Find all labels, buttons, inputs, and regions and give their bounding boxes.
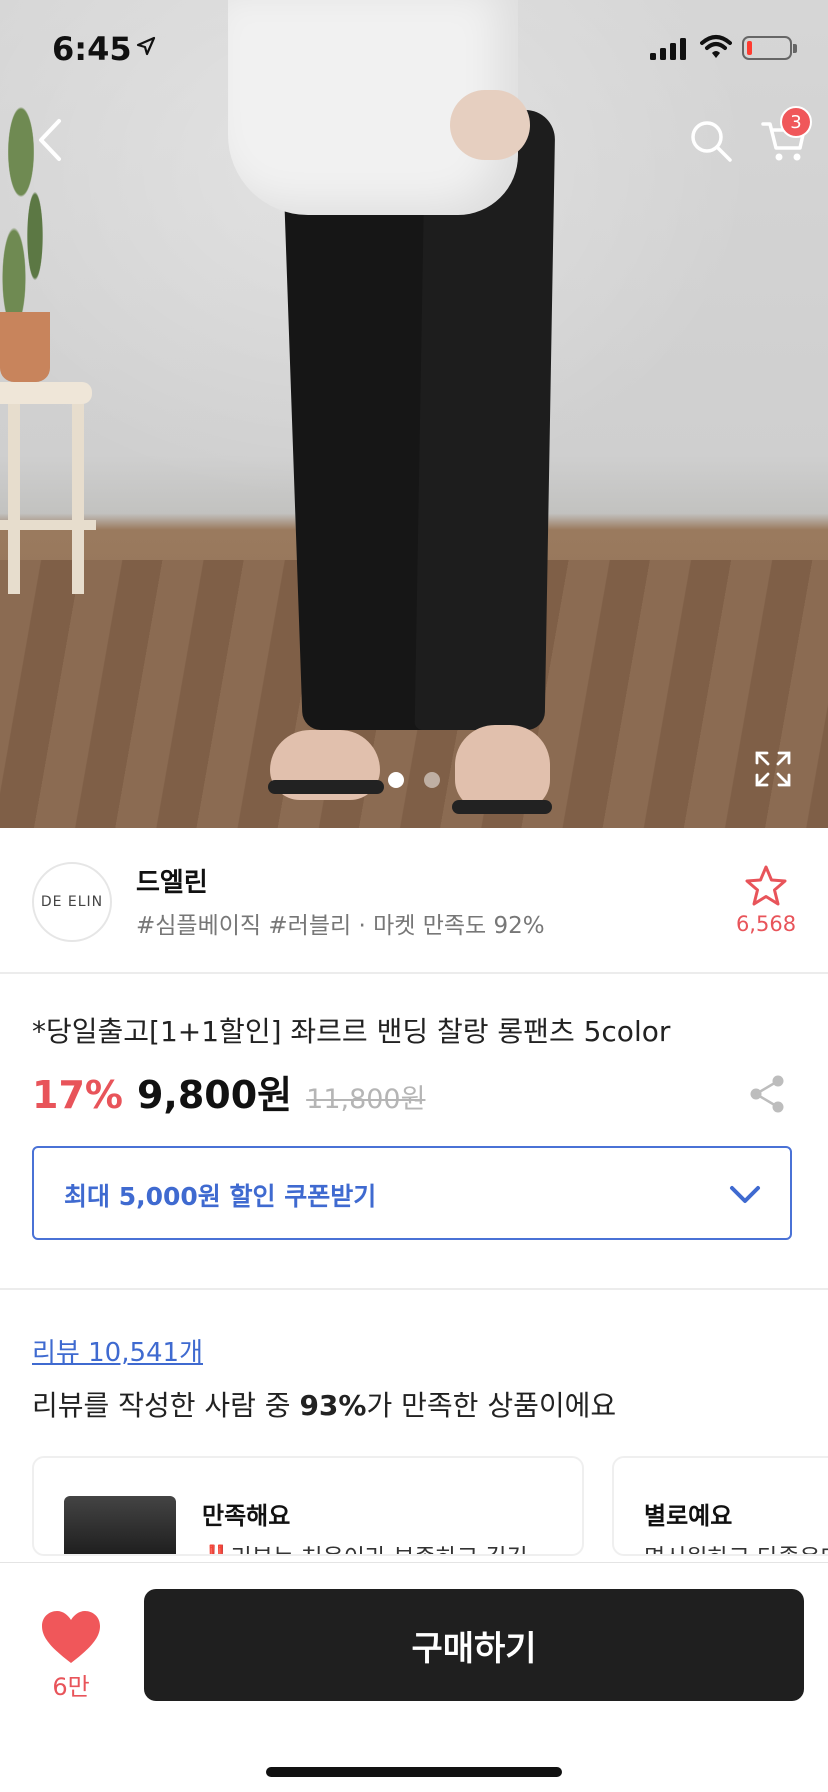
price-row: 17% 9,800원 11,800원: [32, 1064, 425, 1119]
cellular-signal-icon: [650, 38, 686, 60]
chevron-down-icon: [730, 1186, 760, 1203]
sale-price: 9,800원: [136, 1073, 293, 1117]
cart-count-badge: 3: [780, 106, 812, 138]
review-summary: 리뷰를 작성한 사람 중 93%가 만족한 상품이에요: [32, 1384, 616, 1424]
photo-sandal-left: [268, 780, 384, 794]
original-price: 11,800원: [306, 1084, 426, 1115]
photo-sandal-right: [452, 800, 552, 814]
photo-hand: [450, 90, 530, 160]
status-bar: 6:45: [0, 0, 828, 96]
section-divider: [0, 1288, 828, 1290]
pagination-dot-active[interactable]: [388, 772, 404, 788]
photo-stool-ring: [0, 520, 96, 530]
coupon-label: 최대 5,000원 할인 쿠폰받기: [64, 1182, 377, 1211]
store-logo[interactable]: DE ELIN: [32, 862, 112, 942]
photo-stool: [0, 382, 92, 404]
chevron-left-icon: [39, 119, 61, 161]
image-pagination: [388, 772, 440, 788]
review-satisfaction-percent: 93%: [299, 1389, 367, 1422]
heart-icon[interactable]: [40, 1609, 102, 1665]
search-icon: [691, 121, 732, 162]
photo-foot-right: [455, 725, 550, 810]
product-title: *당일출고[1+1할인] 좌르르 밴딩 찰랑 롱팬츠 5color: [32, 1015, 671, 1048]
review-summary-suffix: 가 만족한 상품이에요: [366, 1389, 617, 1422]
like-count: 6만: [52, 1673, 90, 1701]
review-text-body: 리뷰는 처음이라 부족하고 길긴: [231, 1545, 528, 1554]
review-rating-label: 별로예요: [644, 1502, 733, 1530]
review-text: ‼️리뷰는 처음이라 부족하고 길긴: [202, 1538, 528, 1554]
search-button[interactable]: [686, 116, 736, 166]
photo-stool-leg: [72, 404, 84, 594]
pagination-dot[interactable]: [424, 772, 440, 788]
back-button[interactable]: [28, 112, 72, 168]
store-name[interactable]: 드엘린: [136, 862, 208, 899]
coupon-button[interactable]: 최대 5,000원 할인 쿠폰받기: [32, 1146, 792, 1240]
store-section[interactable]: DE ELIN 드엘린 #심플베이직 #러블리 · 마켓 만족도 92% 6,5…: [0, 828, 828, 974]
home-indicator: [266, 1767, 562, 1777]
status-time: 6:45: [52, 30, 132, 68]
review-card[interactable]: 별로예요 면시원하고 다좋은데: [612, 1456, 828, 1556]
favorite-count: 6,568: [735, 912, 797, 936]
review-text: 면시원하고 다좋은데: [644, 1538, 828, 1554]
wifi-icon: [700, 35, 732, 58]
discount-rate: 17%: [32, 1073, 123, 1117]
favorite-star-icon[interactable]: [742, 864, 790, 908]
expand-icon: [755, 751, 791, 787]
photo-stool-leg: [8, 404, 20, 594]
cart-button[interactable]: 3: [754, 106, 814, 168]
review-count-link[interactable]: 리뷰 10,541개: [32, 1332, 203, 1369]
share-icon[interactable]: [748, 1074, 786, 1114]
battery-level: [747, 41, 752, 55]
review-thumbnail: [64, 1496, 176, 1554]
review-card[interactable]: 만족해요 ‼️리뷰는 처음이라 부족하고 길긴: [32, 1456, 584, 1556]
buy-button[interactable]: 구매하기: [144, 1589, 804, 1701]
bottom-action-bar: 6만 구매하기: [0, 1562, 828, 1792]
review-summary-prefix: 리뷰를 작성한 사람 중: [32, 1389, 300, 1422]
fullscreen-button[interactable]: [752, 748, 794, 790]
review-rating-label: 만족해요: [202, 1502, 291, 1530]
photo-plant-pot: [0, 312, 50, 382]
double-exclamation-icon: ‼️: [202, 1545, 231, 1554]
location-arrow-icon: [136, 36, 156, 56]
store-tags: #심플베이직 #러블리 · 마켓 만족도 92%: [136, 913, 545, 939]
battery-icon: [742, 36, 797, 60]
